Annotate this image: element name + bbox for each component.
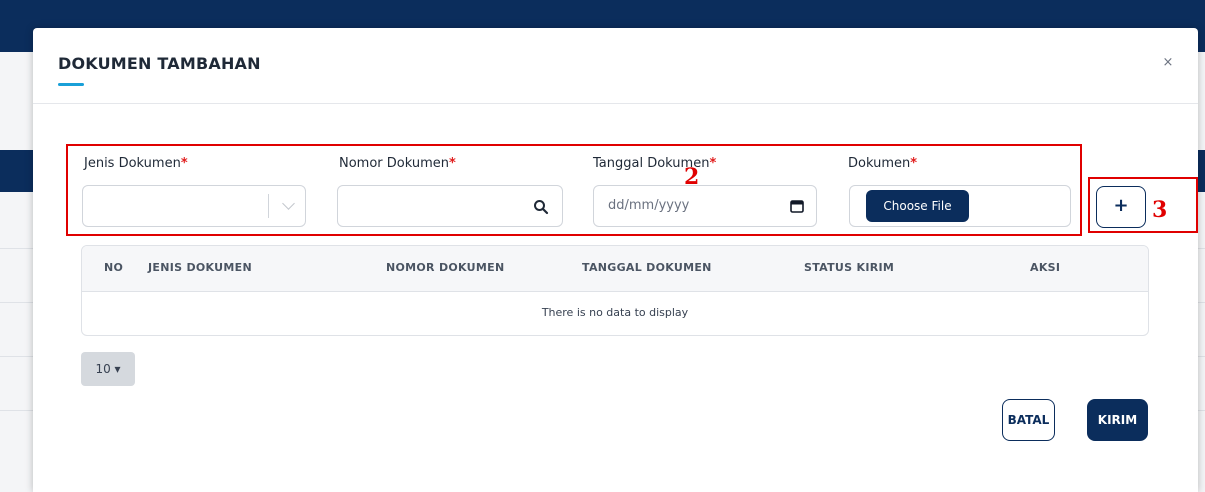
column-header-status-kirim: STATUS KIRIM [804,261,895,274]
page-size-dropdown[interactable]: 10 ▾ [81,352,135,386]
column-header-tanggal-dokumen: TANGGAL DOKUMEN [582,261,712,274]
cancel-button[interactable]: BATAL [1002,399,1055,441]
close-icon[interactable]: × [1160,55,1176,71]
table-header: NO JENIS DOKUMEN NOMOR DOKUMEN TANGGAL D… [82,246,1148,292]
column-header-jenis-dokumen: JENIS DOKUMEN [148,261,252,274]
annotation-box-form [66,144,1082,236]
header-divider [33,103,1198,104]
empty-table-message: There is no data to display [541,306,689,319]
column-header-nomor-dokumen: NOMOR DOKUMEN [386,261,505,274]
document-table: NO JENIS DOKUMEN NOMOR DOKUMEN TANGGAL D… [81,245,1149,336]
column-header-no: NO [104,261,124,274]
annotation-box-add [1088,177,1198,233]
annotation-number-3: 3 [1152,197,1168,223]
annotation-number-2: 2 [684,164,700,190]
submit-button[interactable]: KIRIM [1087,399,1148,441]
column-header-aksi: AKSI [1030,261,1061,274]
modal-title: DOKUMEN TAMBAHAN [58,54,261,73]
dokumen-tambahan-modal: DOKUMEN TAMBAHAN × Jenis Dokumen* Nomor … [33,28,1198,492]
title-accent-bar [58,83,84,86]
